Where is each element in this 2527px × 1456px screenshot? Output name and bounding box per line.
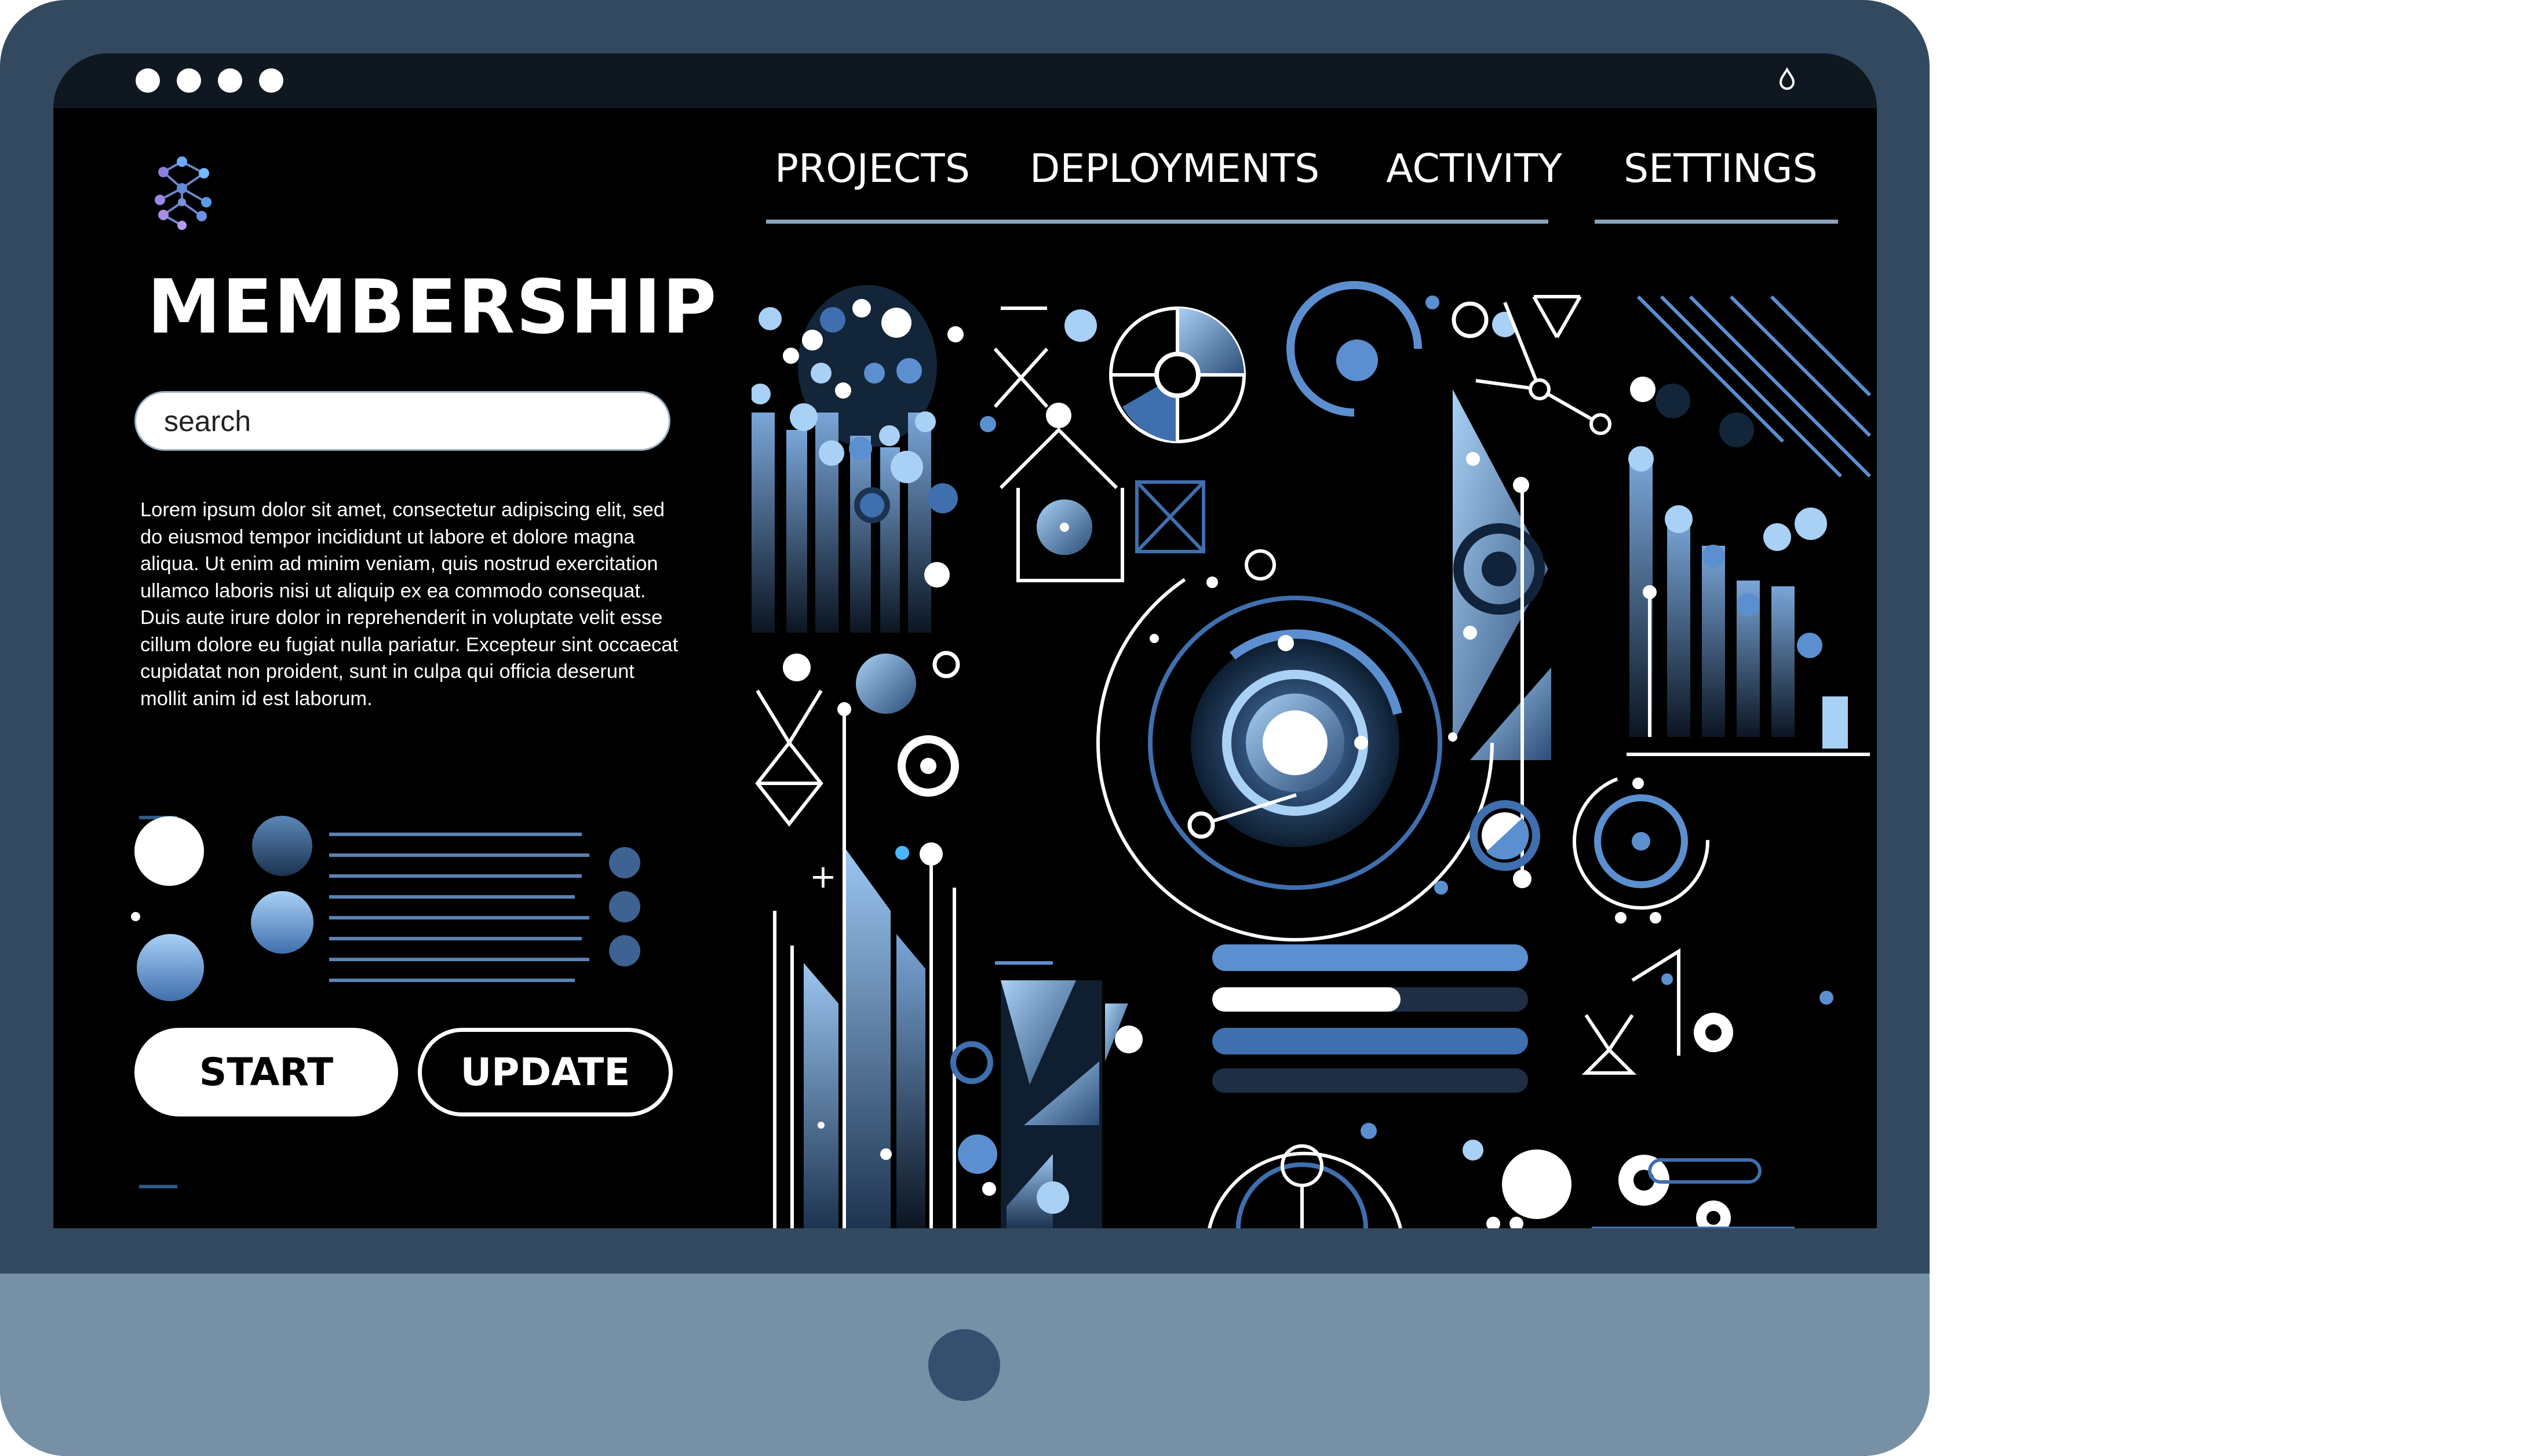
monitor: MEMBERSHIP Lorem ipsum dolor sit amet, c… [0, 0, 1930, 1456]
nav-item-settings[interactable]: SETTINGS [1624, 146, 1818, 192]
art-plus-glyph: + [809, 858, 837, 896]
divider-top [139, 816, 177, 819]
page-title: MEMBERSHIP [147, 264, 718, 351]
screen: MEMBERSHIP Lorem ipsum dolor sit amet, c… [53, 53, 1877, 1228]
window-controls [136, 68, 283, 93]
nav-item-projects[interactable]: PROJECTS [775, 146, 970, 192]
art-bars-right [1627, 377, 1870, 756]
page: MEMBERSHIP Lorem ipsum dolor sit amet, c… [0, 0, 2527, 1456]
camera-icon [928, 1329, 1000, 1401]
window-dot-4[interactable] [259, 68, 283, 93]
network-icon [155, 156, 212, 230]
nav-item-deployments[interactable]: DEPLOYMENTS [1030, 146, 1319, 192]
art-lower-shapes [950, 961, 1143, 1228]
decor-circle-white [134, 816, 204, 886]
decor-circle-dark [252, 816, 312, 876]
art-target [1096, 544, 1494, 942]
drop-icon [1779, 67, 1795, 90]
nav-underline-active [1595, 220, 1838, 224]
intro-text: Lorem ipsum dolor sit amet, consectetur … [140, 499, 679, 710]
art-spikes: + [755, 651, 960, 1228]
decor-circle-blue-2 [251, 891, 313, 954]
window-titlebar [53, 53, 1877, 108]
window-dot-3[interactable] [218, 68, 242, 93]
art-dot-cluster [752, 285, 964, 633]
start-button[interactable]: START [134, 1028, 398, 1116]
window-dot-1[interactable] [136, 68, 160, 93]
update-button[interactable]: UPDATE [418, 1028, 673, 1116]
nav-item-activity[interactable]: ACTIVITY [1386, 146, 1562, 192]
hero-artwork: + [752, 281, 1872, 1228]
art-progress-bars [1212, 944, 1528, 1093]
decor-circle-blue [137, 934, 204, 1001]
search-input[interactable] [134, 391, 670, 451]
art-radar [1573, 773, 1709, 924]
nav-underline-main [766, 220, 1548, 224]
window-dot-2[interactable] [177, 68, 201, 93]
art-pie-circle [1109, 306, 1246, 443]
divider-bottom [139, 1185, 177, 1188]
